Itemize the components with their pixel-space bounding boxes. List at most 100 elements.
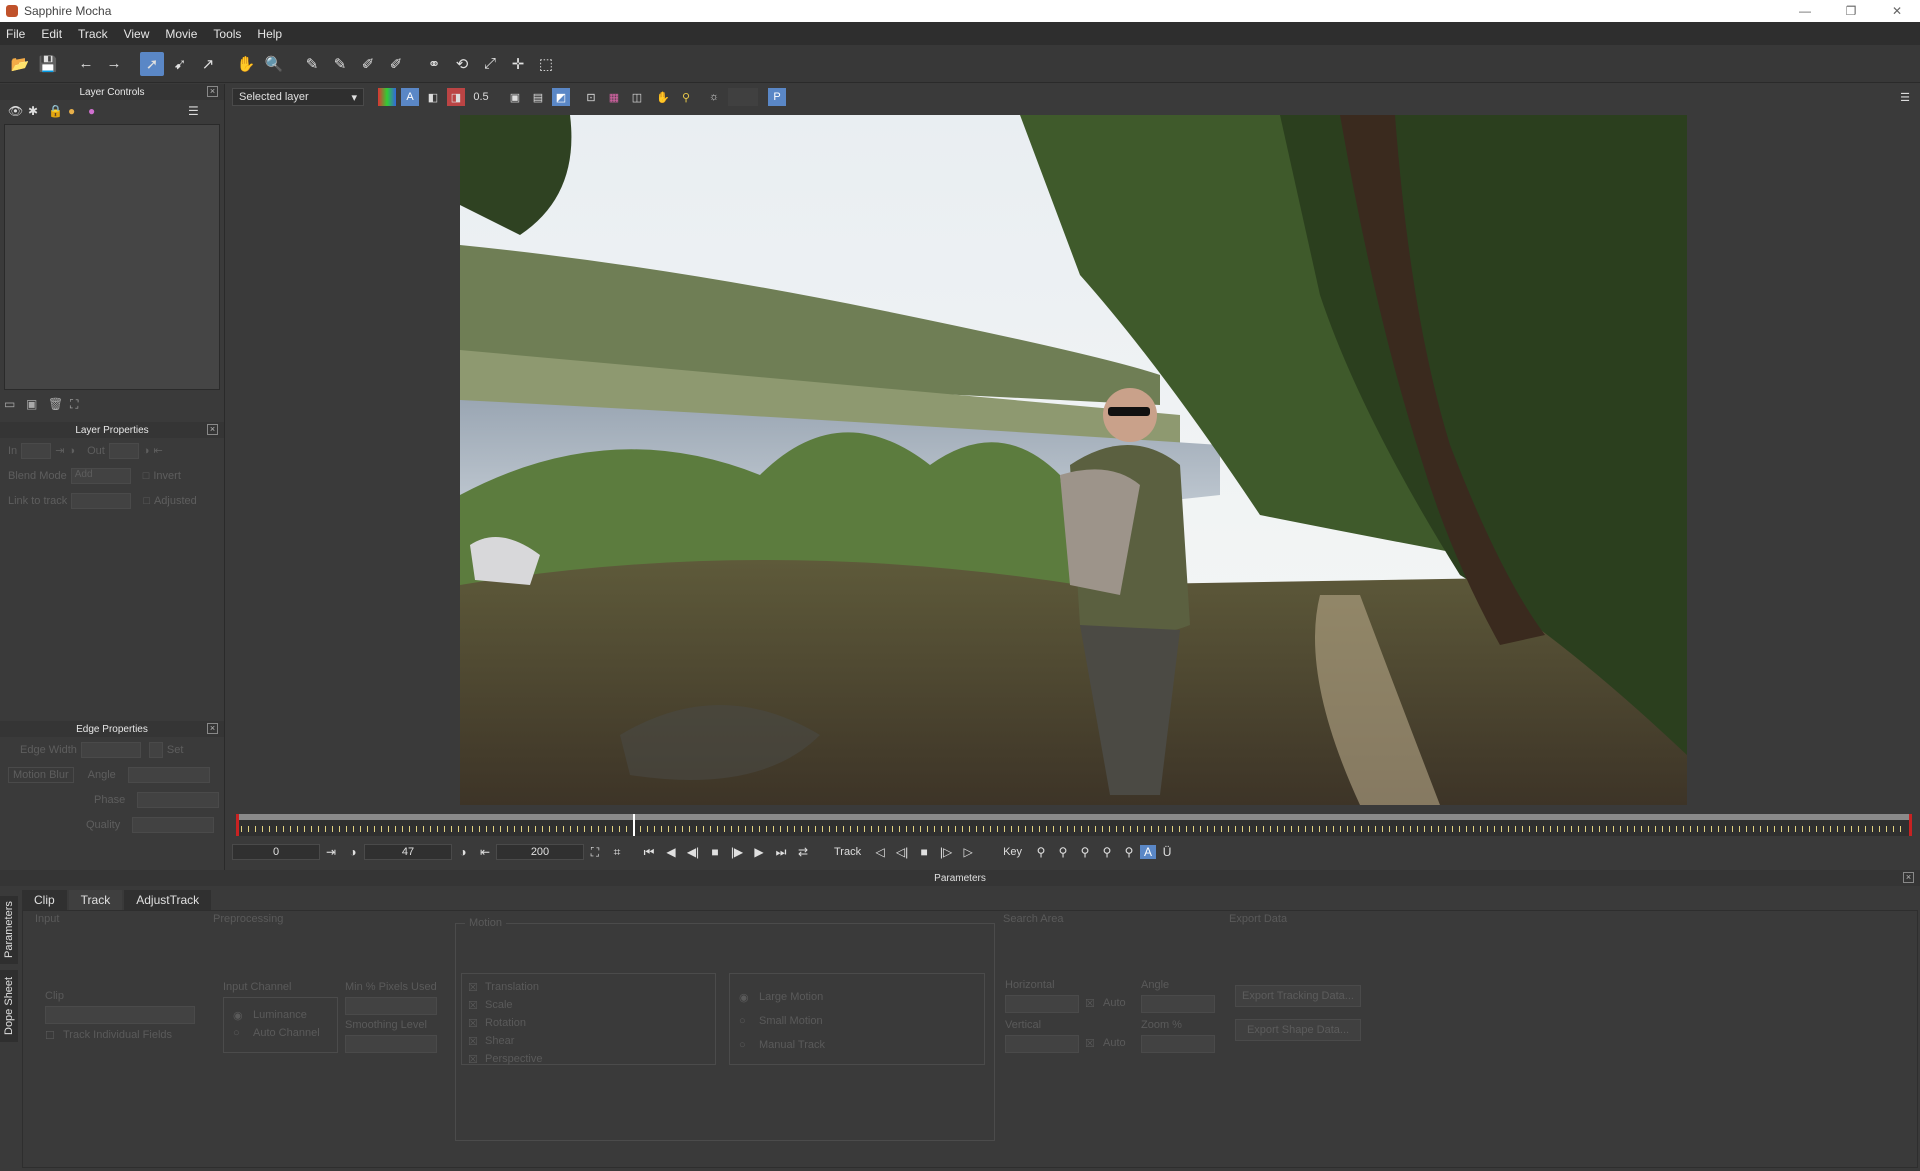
menu-tools[interactable]: Tools: [213, 27, 241, 41]
delete-all-keys-icon[interactable]: ⚲: [1118, 845, 1140, 859]
rotation-checkbox[interactable]: ☒: [468, 1017, 478, 1030]
phase-field[interactable]: [137, 791, 220, 808]
step-forward-icon[interactable]: |▶: [726, 845, 748, 859]
large-motion-radio[interactable]: ◉: [739, 991, 749, 1004]
set-in-icon[interactable]: ⇥: [55, 444, 64, 457]
clip-frame-image[interactable]: [460, 115, 1687, 805]
track-backward-icon[interactable]: ◁: [869, 845, 891, 859]
proxy-button[interactable]: P: [768, 88, 786, 106]
gear-icon[interactable]: ✱: [28, 104, 48, 118]
redo-arrow-icon[interactable]: →: [102, 52, 126, 76]
track-stop-icon[interactable]: ■: [913, 845, 935, 859]
angle-field[interactable]: [127, 766, 210, 783]
adjusted-checkbox[interactable]: □: [143, 495, 150, 507]
luminance-radio[interactable]: ◉: [233, 1009, 243, 1022]
visibility-eye-icon[interactable]: 👁: [8, 104, 28, 118]
add-point-icon[interactable]: ↗: [196, 52, 220, 76]
track-icon[interactable]: ✋: [654, 88, 672, 106]
layer-list[interactable]: [4, 124, 220, 390]
viewer-menu-icon[interactable]: ☰: [1896, 88, 1914, 106]
view-splines-icon[interactable]: ◩: [552, 88, 570, 106]
save-project-icon[interactable]: 💾: [36, 52, 60, 76]
edge-width-spin[interactable]: [148, 741, 163, 758]
layer-select[interactable]: Selected layer ▾: [232, 88, 364, 106]
add-bezier-icon[interactable]: ✐: [384, 52, 408, 76]
in-frame-field[interactable]: 0: [232, 844, 320, 860]
go-to-end-icon[interactable]: ⏭: [770, 845, 792, 860]
marquee-select-icon[interactable]: ⬚: [534, 52, 558, 76]
create-bezier-icon[interactable]: ✐: [356, 52, 380, 76]
grid-icon[interactable]: ▦: [605, 88, 623, 106]
clip-select[interactable]: [45, 1006, 195, 1024]
play-backward-icon[interactable]: ◀: [660, 845, 682, 859]
restore-button[interactable]: ❐: [1828, 0, 1874, 22]
view-outlines-icon[interactable]: ▤: [529, 88, 547, 106]
minimize-button[interactable]: —: [1782, 0, 1828, 22]
step-backward-icon[interactable]: ◀|: [682, 845, 704, 859]
add-xspline-icon[interactable]: ✎: [328, 52, 352, 76]
stop-icon[interactable]: ■: [704, 845, 726, 859]
close-layer-controls-icon[interactable]: ×: [207, 86, 218, 97]
menu-view[interactable]: View: [124, 27, 150, 41]
in-phase-icon[interactable]: ◑: [68, 445, 75, 457]
menu-track[interactable]: Track: [78, 27, 108, 41]
close-layer-properties-icon[interactable]: ×: [207, 424, 218, 435]
timeline-track[interactable]: [236, 814, 1912, 836]
trace-icon[interactable]: ⚲: [677, 88, 695, 106]
next-key-icon[interactable]: ⚲: [1052, 845, 1074, 859]
reset-range-icon[interactable]: ⌗: [606, 845, 628, 860]
stabilize-icon[interactable]: ◫: [628, 88, 646, 106]
tab-clip[interactable]: Clip: [22, 890, 67, 910]
link-to-track-select[interactable]: [71, 492, 132, 509]
in-phase-toggle-icon[interactable]: ◑: [342, 845, 364, 859]
add-key-icon[interactable]: ⚲: [1074, 845, 1096, 859]
track-fields-checkbox[interactable]: ☐: [45, 1029, 55, 1042]
menu-movie[interactable]: Movie: [165, 27, 197, 41]
manual-track-radio[interactable]: ○: [739, 1039, 746, 1051]
perspective-checkbox[interactable]: ☒: [468, 1053, 478, 1066]
surface-icon[interactable]: ⊡: [582, 88, 600, 106]
translation-checkbox[interactable]: ☒: [468, 981, 478, 994]
brightness-field[interactable]: [728, 88, 758, 106]
create-xspline-icon[interactable]: ✎: [300, 52, 324, 76]
brightness-icon[interactable]: ☼: [705, 88, 723, 106]
set-edge-button[interactable]: Set: [167, 744, 184, 756]
small-motion-radio[interactable]: ○: [739, 1015, 746, 1027]
undo-arrow-icon[interactable]: ←: [74, 52, 98, 76]
tab-adjusttrack[interactable]: AdjustTrack: [124, 890, 212, 910]
prev-key-icon[interactable]: ⚲: [1030, 845, 1052, 859]
opacity-value[interactable]: 0.5: [470, 88, 492, 106]
out-phase-icon[interactable]: ◑: [143, 445, 150, 457]
overlay-icon[interactable]: ◧: [424, 88, 442, 106]
timeline[interactable]: [236, 810, 1916, 840]
vertical-field[interactable]: [1005, 1035, 1079, 1053]
out-phase-toggle-icon[interactable]: ◑: [452, 845, 474, 859]
angle-field[interactable]: [1141, 995, 1215, 1013]
playhead[interactable]: [633, 814, 635, 836]
new-folder-icon[interactable]: ▭: [4, 397, 26, 411]
shear-checkbox[interactable]: ☒: [468, 1035, 478, 1048]
smoothing-field[interactable]: [345, 1035, 437, 1053]
export-shape-button[interactable]: Export Shape Data...: [1235, 1019, 1361, 1041]
rgb-view-icon[interactable]: [378, 88, 396, 106]
delete-layer-icon[interactable]: 🗑: [48, 397, 70, 411]
viewer[interactable]: [228, 111, 1920, 811]
go-to-start-icon[interactable]: ⏮: [638, 845, 660, 860]
delete-key-icon[interactable]: ⚲: [1096, 845, 1118, 859]
menu-edit[interactable]: Edit: [41, 27, 62, 41]
menu-help[interactable]: Help: [257, 27, 282, 41]
out-frame-field[interactable]: 200: [496, 844, 584, 860]
zoom-field[interactable]: [1141, 1035, 1215, 1053]
set-in-point-icon[interactable]: ⇥: [320, 845, 342, 859]
key-mode-icon[interactable]: Ü: [1156, 845, 1178, 859]
current-frame-field[interactable]: 47: [364, 844, 452, 860]
set-out-icon[interactable]: ⇤: [153, 444, 162, 457]
select-points-icon[interactable]: ➹: [168, 52, 192, 76]
open-folder-icon[interactable]: 📂: [8, 52, 32, 76]
layer-menu-icon[interactable]: ☰: [188, 104, 208, 118]
zoom-icon[interactable]: 🔍: [262, 52, 286, 76]
play-forward-icon[interactable]: ▶: [748, 845, 770, 859]
min-pixels-field[interactable]: [345, 997, 437, 1015]
timeline-range-bar[interactable]: [239, 814, 1909, 820]
quality-field[interactable]: [132, 816, 215, 833]
